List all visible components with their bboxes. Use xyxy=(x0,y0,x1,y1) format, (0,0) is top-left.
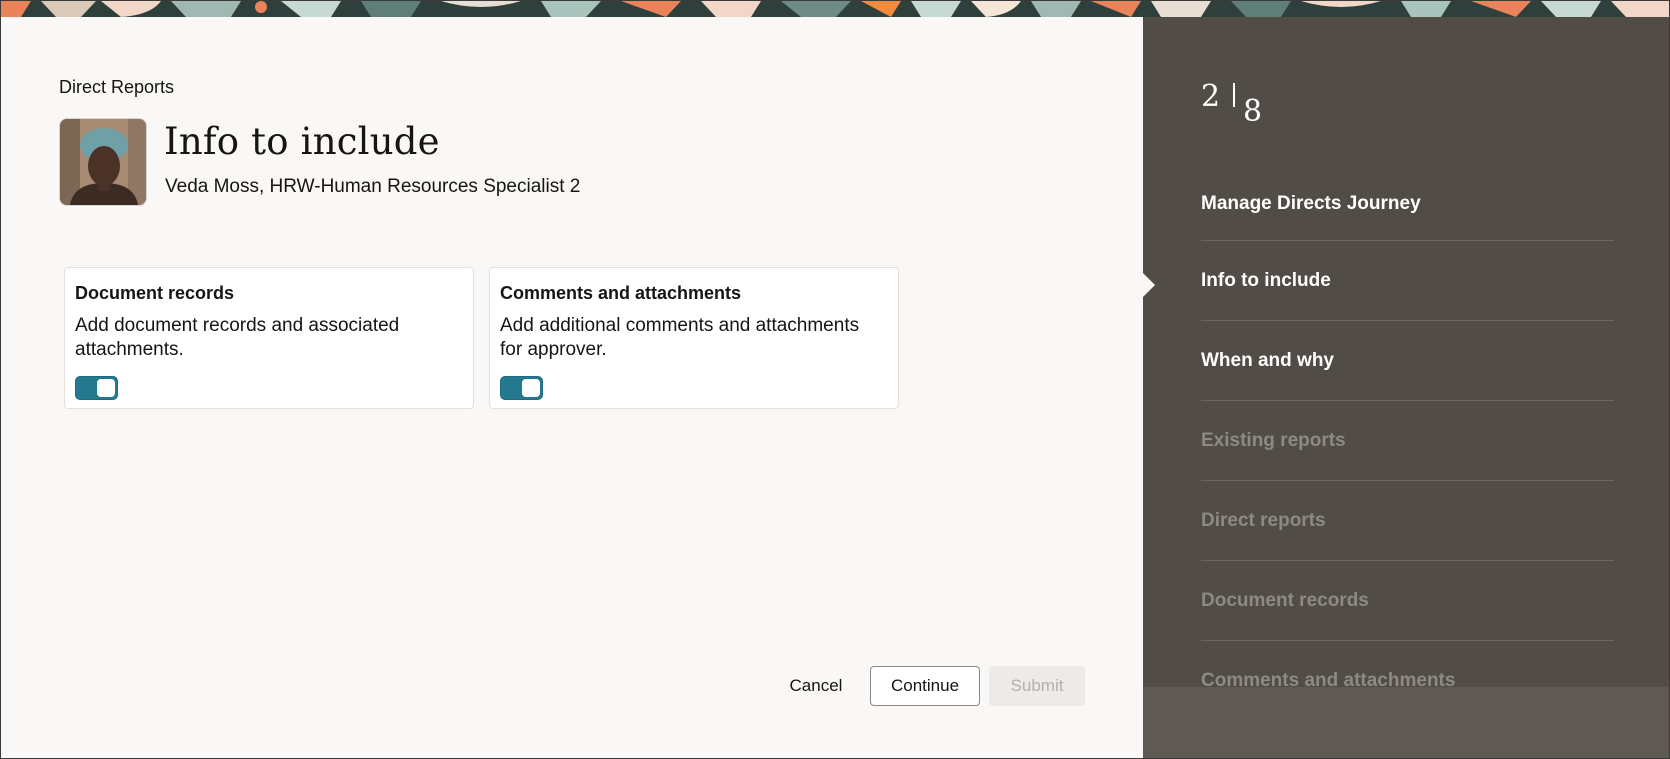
toggle-knob xyxy=(522,379,540,397)
comments-attachments-toggle[interactable] xyxy=(500,376,543,400)
steps-list: Manage Directs Journey Info to include W… xyxy=(1201,167,1614,721)
current-step-indicator xyxy=(1142,272,1155,298)
person-subtitle: Veda Moss, HRW-Human Resources Specialis… xyxy=(165,176,581,197)
step-direct-reports: Direct reports xyxy=(1201,481,1614,561)
step-when-and-why[interactable]: When and why xyxy=(1201,321,1614,401)
step-info-to-include[interactable]: Info to include xyxy=(1201,241,1614,321)
card-title: Document records xyxy=(75,283,235,303)
app-window: Direct Reports Info to include Veda Moss… xyxy=(0,0,1670,759)
progress-sidebar: 2 8 Manage Directs Journey Info to inclu… xyxy=(1142,17,1669,758)
step-manage-directs-journey[interactable]: Manage Directs Journey xyxy=(1201,167,1614,241)
cancel-button[interactable]: Cancel xyxy=(774,666,858,706)
card-title: Comments and attachments xyxy=(500,283,742,303)
decorative-banner xyxy=(1,1,1669,17)
section-label: Direct Reports xyxy=(59,77,175,97)
comments-attachments-card: Comments and attachments Add additional … xyxy=(489,267,899,409)
document-records-toggle[interactable] xyxy=(75,376,118,400)
avatar xyxy=(59,118,147,206)
continue-button[interactable]: Continue xyxy=(870,666,980,706)
step-document-records: Document records xyxy=(1201,561,1614,641)
card-description: Add document records and associated atta… xyxy=(75,315,400,360)
page-title: Info to include xyxy=(164,120,440,163)
step-counter-divider xyxy=(1233,83,1235,107)
current-step-number: 2 xyxy=(1201,79,1221,114)
main-content: Direct Reports Info to include Veda Moss… xyxy=(1,17,1143,758)
submit-button[interactable]: Submit xyxy=(989,666,1085,706)
card-description: Add additional comments and attachments … xyxy=(500,315,860,360)
toggle-knob xyxy=(97,379,115,397)
document-records-card: Document records Add document records an… xyxy=(64,267,474,409)
total-steps-number: 8 xyxy=(1243,94,1263,129)
sidebar-footer-band xyxy=(1143,687,1669,758)
step-existing-reports: Existing reports xyxy=(1201,401,1614,481)
